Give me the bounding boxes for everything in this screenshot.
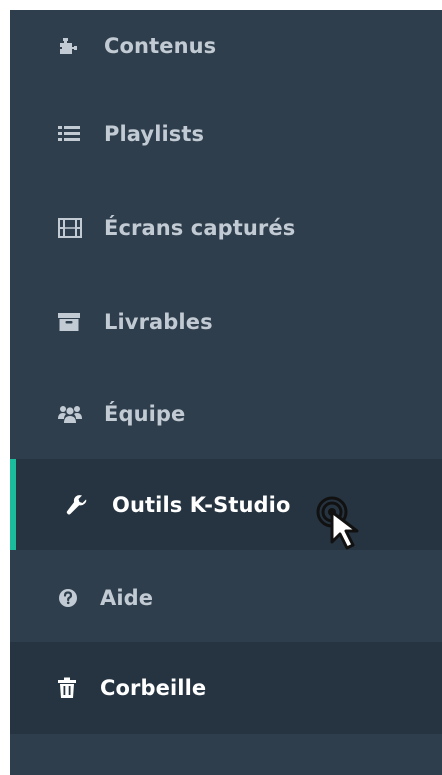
sidebar-item-label: Aide: [100, 586, 154, 610]
sidebar-item-label: Corbeille: [100, 676, 207, 700]
sidebar-item-label: Équipe: [104, 402, 186, 426]
question-circle-icon: [58, 586, 88, 610]
mouse-cursor-icon: [306, 486, 386, 566]
list-icon: [58, 122, 88, 146]
users-icon: [58, 402, 88, 426]
sidebar-item-equipe[interactable]: Équipe: [10, 378, 442, 450]
sidebar-item-corbeille[interactable]: Corbeille: [10, 642, 442, 734]
sidebar-nav: Contenus Playlists Écrans capturés Livra…: [10, 10, 442, 775]
archive-icon: [58, 310, 88, 334]
puzzle-icon: [58, 34, 88, 58]
sidebar-item-label: Livrables: [104, 310, 213, 334]
sidebar-item-livrables[interactable]: Livrables: [10, 286, 442, 358]
sidebar-item-aide[interactable]: Aide: [10, 562, 442, 634]
film-icon: [58, 216, 88, 240]
sidebar-item-label: Playlists: [104, 122, 205, 146]
active-indicator: [10, 459, 16, 550]
trash-icon: [58, 676, 88, 700]
sidebar-footer: [10, 734, 442, 775]
sidebar-item-contenus[interactable]: Contenus: [10, 10, 442, 82]
sidebar-item-playlists[interactable]: Playlists: [10, 98, 442, 170]
sidebar-item-label: Contenus: [104, 34, 217, 58]
wrench-icon: [66, 493, 96, 517]
sidebar-item-label: Écrans capturés: [104, 216, 296, 240]
sidebar-item-label: Outils K-Studio: [112, 492, 291, 517]
sidebar-item-ecrans-captures[interactable]: Écrans capturés: [10, 192, 442, 264]
